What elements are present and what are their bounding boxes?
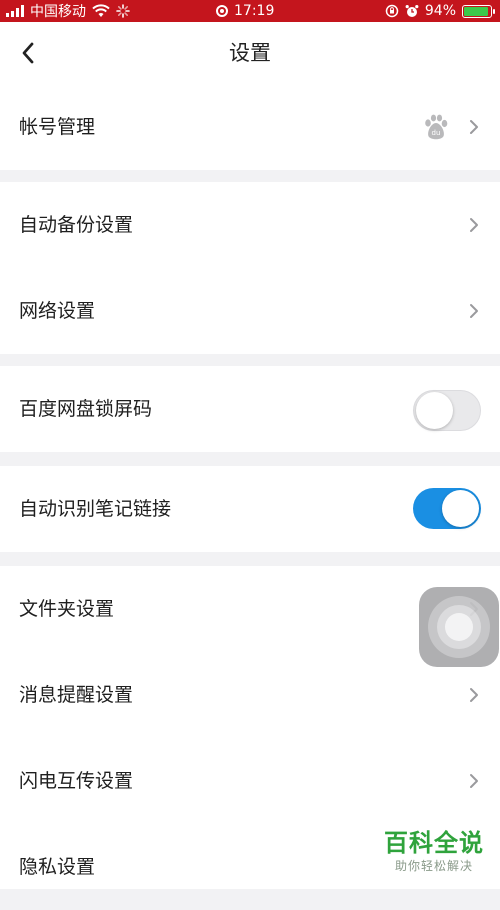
watermark-title: 百科全说 (384, 829, 484, 857)
settings-item-label: 自动备份设置 (19, 214, 134, 236)
settings-item-notification[interactable]: 消息提醒设置 (0, 652, 500, 738)
watermark-logo: 百科全说 助你轻松解决 (376, 828, 492, 874)
chevron-right-icon (470, 120, 478, 134)
status-right: 94% (385, 0, 495, 22)
wifi-icon (92, 4, 110, 17)
settings-item-label: 自动识别笔记链接 (19, 498, 172, 520)
chevron-right-icon (470, 304, 478, 318)
carrier-name: 中国移动 (30, 4, 86, 20)
baidu-paw-icon: du (425, 114, 448, 140)
back-button[interactable] (14, 36, 42, 70)
assistive-touch-button[interactable] (419, 587, 499, 667)
settings-item-label: 闪电互传设置 (19, 770, 134, 792)
page-title: 设置 (229, 41, 271, 65)
settings-item-lock-screen: 百度网盘锁屏码 (0, 366, 500, 452)
loading-spinner-icon (116, 4, 130, 18)
settings-item-auto-backup[interactable]: 自动备份设置 (0, 182, 500, 268)
toggle-knob (416, 392, 453, 429)
alarm-icon (405, 5, 419, 17)
status-center: 17:19 (216, 0, 274, 22)
settings-item-label: 百度网盘锁屏码 (19, 398, 153, 420)
rotation-lock-icon (385, 4, 399, 18)
settings-item-note-link: 自动识别笔记链接 (0, 466, 500, 552)
settings-item-label: 消息提醒设置 (19, 684, 134, 706)
battery-icon (462, 4, 495, 18)
screen-recording-icon (216, 5, 228, 17)
watermark-subtitle: 助你轻松解决 (394, 859, 473, 873)
settings-item-account[interactable]: 帐号管理 du (0, 84, 500, 170)
signal-icon (6, 5, 24, 17)
status-time: 17:19 (234, 3, 275, 19)
toggle-knob (442, 490, 479, 527)
svg-text:du: du (432, 129, 441, 137)
settings-item-label: 隐私设置 (19, 856, 96, 878)
settings-item-label: 网络设置 (19, 300, 96, 322)
chevron-right-icon (470, 688, 478, 702)
chevron-left-icon (22, 42, 34, 64)
chevron-right-icon (470, 218, 478, 232)
status-bar: 中国移动 17:19 94% (0, 0, 500, 22)
battery-fill (464, 6, 489, 16)
status-left: 中国移动 (6, 0, 130, 22)
settings-item-label: 文件夹设置 (19, 598, 115, 620)
settings-item-flash-transfer[interactable]: 闪电互传设置 (0, 738, 500, 824)
note-link-toggle[interactable] (413, 488, 481, 529)
settings-item-label: 帐号管理 (19, 116, 96, 138)
battery-percent: 94% (424, 3, 456, 19)
lock-screen-toggle[interactable] (413, 390, 481, 431)
chevron-right-icon (470, 774, 478, 788)
settings-item-network[interactable]: 网络设置 (0, 268, 500, 354)
nav-header: 设置 (0, 22, 500, 84)
